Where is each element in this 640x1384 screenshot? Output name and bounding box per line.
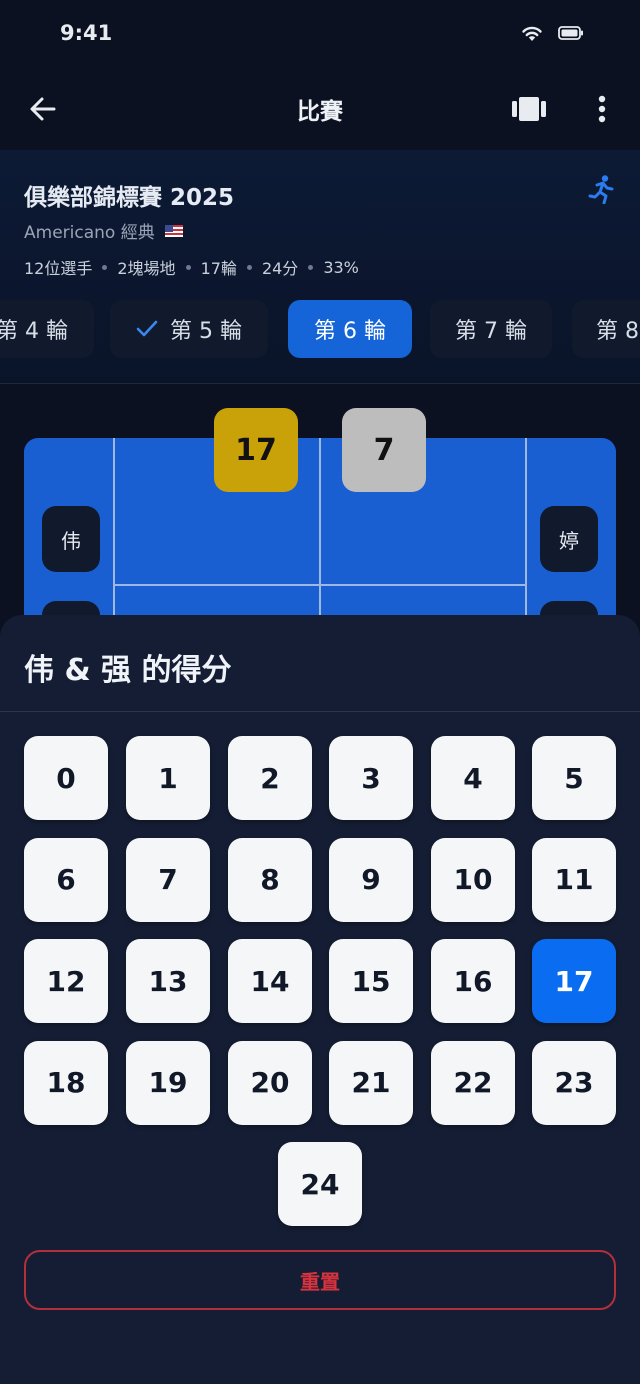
score-key-7[interactable]: 7 [126, 837, 210, 922]
score-key-10[interactable]: 10 [431, 837, 515, 922]
round-tabs: 第 4 輪 第 5 輪 第 6 輪 第 7 輪 第 8 [0, 300, 640, 360]
court-line [113, 438, 115, 625]
tab-round-label: 第 4 輪 [0, 319, 68, 344]
sheet-title: 伟 & 强 的得分 [24, 653, 232, 688]
meta-rounds: 17輪 [200, 259, 237, 278]
tournament-header: 俱樂部錦標賽 2025 Americano 經典 12位選手 2塊場地 17輪 … [0, 150, 640, 384]
player-chip-left[interactable]: 伟 [42, 506, 100, 572]
check-icon [136, 320, 158, 337]
court-icon[interactable] [510, 93, 548, 125]
meta-points: 24分 [261, 259, 299, 278]
meta-progress: 33% [323, 257, 359, 277]
app-bar: 比賽 [0, 76, 640, 142]
court-line [319, 438, 321, 625]
separator-dot [102, 264, 108, 270]
score-key-16[interactable]: 16 [431, 939, 515, 1023]
score-key-11[interactable]: 11 [532, 837, 616, 922]
score-team-left[interactable]: 17 [214, 408, 298, 492]
separator-dot [308, 264, 314, 270]
status-bar: 9:41 [0, 0, 640, 66]
system-icons [520, 24, 584, 42]
score-key-19[interactable]: 19 [126, 1040, 210, 1125]
tab-round-7[interactable]: 第 7 輪 [430, 300, 552, 358]
score-sheet: 伟 & 强 的得分 0 1 2 3 4 5 6 7 8 9 10 11 12 13 14 15 16 17 18 19… [0, 615, 640, 1384]
score-team-right[interactable]: 7 [342, 408, 426, 492]
separator-dot [185, 264, 191, 270]
tournament-meta: 12位選手 2塊場地 17輪 24分 33% [24, 255, 359, 279]
tab-round-4[interactable]: 第 4 輪 [0, 300, 94, 358]
tab-round-label: 第 5 輪 [170, 319, 242, 344]
tab-round-label: 第 6 輪 [314, 319, 386, 344]
runner-icon[interactable] [588, 174, 616, 204]
tournament-name: 俱樂部錦標賽 2025 [24, 185, 235, 211]
wifi-icon [522, 26, 542, 41]
score-key-18[interactable]: 18 [24, 1040, 108, 1125]
score-key-0[interactable]: 0 [24, 736, 108, 820]
more-vertical-icon[interactable] [590, 91, 614, 127]
arrow-left-icon[interactable] [26, 92, 60, 126]
score-key-2[interactable]: 2 [228, 736, 312, 820]
reset-button[interactable]: 重置 [24, 1250, 616, 1310]
sheet-divider [0, 711, 640, 712]
court-area: 17 7 伟 婷 [0, 385, 640, 625]
tab-round-5[interactable]: 第 5 輪 [110, 300, 268, 358]
tab-round-6[interactable]: 第 6 輪 [288, 300, 412, 358]
score-key-5[interactable]: 5 [532, 736, 616, 820]
score-key-12[interactable]: 12 [24, 939, 108, 1023]
score-key-6[interactable]: 6 [24, 837, 108, 922]
score-key-20[interactable]: 20 [228, 1040, 312, 1125]
score-key-3[interactable]: 3 [329, 736, 413, 820]
score-key-13[interactable]: 13 [126, 939, 210, 1023]
meta-courts: 2塊場地 [117, 259, 176, 278]
tab-round-label: 第 8 [596, 319, 639, 344]
tournament-format-row: Americano 經典 [24, 218, 183, 243]
score-key-15[interactable]: 15 [329, 939, 413, 1023]
battery-icon [558, 26, 583, 40]
score-key-24[interactable]: 24 [278, 1142, 362, 1226]
score-key-23[interactable]: 23 [532, 1040, 616, 1125]
player-chip-right[interactable]: 婷 [540, 506, 598, 572]
score-key-8[interactable]: 8 [228, 837, 312, 922]
score-key-1[interactable]: 1 [126, 736, 210, 820]
separator-dot [246, 264, 252, 270]
tab-round-8[interactable]: 第 8 [572, 300, 640, 358]
score-key-9[interactable]: 9 [329, 837, 413, 922]
score-key-17[interactable]: 17 [532, 939, 616, 1023]
us-flag-icon [164, 224, 183, 237]
score-key-4[interactable]: 4 [431, 736, 515, 820]
score-key-22[interactable]: 22 [431, 1040, 515, 1125]
court [24, 438, 616, 625]
score-key-21[interactable]: 21 [329, 1040, 413, 1125]
score-key-14[interactable]: 14 [228, 939, 312, 1023]
meta-players: 12位選手 [24, 259, 93, 278]
tournament-format: Americano 經典 [24, 223, 155, 243]
court-line [525, 438, 527, 625]
court-line [113, 584, 527, 586]
status-time: 9:41 [60, 21, 113, 45]
tab-round-label: 第 7 輪 [455, 319, 527, 344]
